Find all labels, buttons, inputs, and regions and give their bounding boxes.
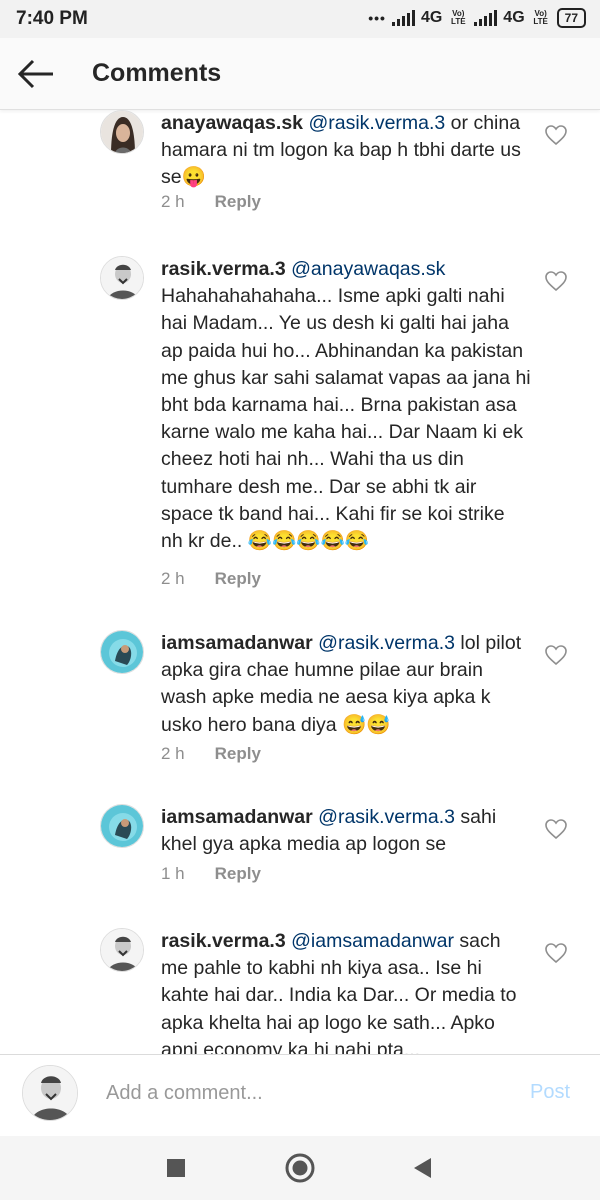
comment-username[interactable]: iamsamadanwar xyxy=(161,632,313,654)
comment-username[interactable]: anayawaqas.sk xyxy=(161,112,303,134)
volte-badge: Vo) LTE xyxy=(451,9,466,26)
signal-icon-2 xyxy=(474,10,498,26)
reply-button[interactable]: Reply xyxy=(215,569,261,589)
like-button[interactable] xyxy=(544,124,568,146)
comment-mention[interactable]: @rasik.verma.3 xyxy=(308,112,445,134)
heart-icon xyxy=(545,943,567,964)
page-title: Comments xyxy=(92,59,222,87)
comment-mention[interactable]: @rasik.verma.3 xyxy=(318,806,455,828)
comment-time: 2 h xyxy=(161,569,185,588)
circle-icon xyxy=(285,1153,315,1183)
notification-dots: ••• xyxy=(368,10,386,26)
avatar[interactable] xyxy=(100,256,144,300)
network-type-label: 4G xyxy=(420,9,443,26)
like-button[interactable] xyxy=(544,270,568,292)
comment-meta: 2 h Reply xyxy=(161,569,261,589)
heart-icon xyxy=(545,125,567,146)
heart-icon xyxy=(545,819,567,840)
comment-text: iamsamadanwar @rasik.verma.3 sahi khel g… xyxy=(161,804,531,858)
comment-mention[interactable]: @anayawaqas.sk xyxy=(291,258,445,280)
comment-text: rasik.verma.3 @iamsamadanwar sach me pah… xyxy=(161,928,531,1054)
like-button[interactable] xyxy=(544,818,568,840)
system-nav-bar xyxy=(0,1136,600,1200)
post-button[interactable]: Post xyxy=(530,1081,570,1104)
signal-icon xyxy=(391,10,415,26)
comment-time: 2 h xyxy=(161,192,185,211)
comment-content: Hahahahahahaha... Isme apki galti nahi h… xyxy=(161,285,531,553)
arrow-left-icon xyxy=(17,59,53,89)
comment-meta: 2 h Reply xyxy=(161,744,261,764)
avatar[interactable] xyxy=(100,630,144,674)
comment-mention[interactable]: @rasik.verma.3 xyxy=(318,632,455,654)
comment-meta: 2 h Reply xyxy=(161,192,261,212)
avatar[interactable] xyxy=(100,928,144,972)
comment-text: rasik.verma.3 @anayawaqas.sk Hahahahahah… xyxy=(161,256,531,555)
comment-mention[interactable]: @iamsamadanwar xyxy=(291,930,454,952)
recents-button[interactable] xyxy=(158,1150,194,1186)
reply-button[interactable]: Reply xyxy=(215,744,261,764)
comment-text: anayawaqas.sk @rasik.verma.3 or china ha… xyxy=(161,110,531,192)
volte-badge-2: Vo) LTE xyxy=(533,9,548,26)
home-button[interactable] xyxy=(282,1150,318,1186)
status-icons: ••• 4G Vo) LTE 4G Vo) LTE 77 xyxy=(368,8,586,28)
add-comment-bar: Post xyxy=(0,1054,600,1136)
my-avatar xyxy=(22,1065,78,1121)
like-button[interactable] xyxy=(544,644,568,666)
triangle-back-icon xyxy=(414,1158,431,1178)
status-bar: 7:40 PM ••• 4G Vo) LTE 4G Vo) LTE 77 xyxy=(0,0,600,38)
battery-icon: 77 xyxy=(556,8,586,28)
back-nav-button[interactable] xyxy=(404,1150,440,1186)
comment-text: iamsamadanwar @rasik.verma.3 lol pilot a… xyxy=(161,630,531,739)
avatar[interactable] xyxy=(100,804,144,848)
back-button[interactable] xyxy=(16,56,56,92)
comment-time: 1 h xyxy=(161,864,185,883)
comment-username[interactable]: rasik.verma.3 xyxy=(161,258,286,280)
comments-header: Comments xyxy=(0,38,600,110)
heart-icon xyxy=(545,645,567,666)
comment-username[interactable]: iamsamadanwar xyxy=(161,806,313,828)
avatar[interactable] xyxy=(100,110,144,154)
square-icon xyxy=(167,1159,185,1177)
status-time: 7:40 PM xyxy=(16,8,88,29)
comment-meta: 1 h Reply xyxy=(161,864,261,884)
like-button[interactable] xyxy=(544,942,568,964)
comments-list[interactable]: anayawaqas.sk @rasik.verma.3 or china ha… xyxy=(0,110,600,1054)
heart-icon xyxy=(545,271,567,292)
network-type-label-2: 4G xyxy=(503,9,525,26)
comment-input[interactable] xyxy=(106,1075,506,1111)
comment-username[interactable]: rasik.verma.3 xyxy=(161,930,286,952)
reply-button[interactable]: Reply xyxy=(215,192,261,212)
reply-button[interactable]: Reply xyxy=(215,864,261,884)
comment-time: 2 h xyxy=(161,744,185,763)
